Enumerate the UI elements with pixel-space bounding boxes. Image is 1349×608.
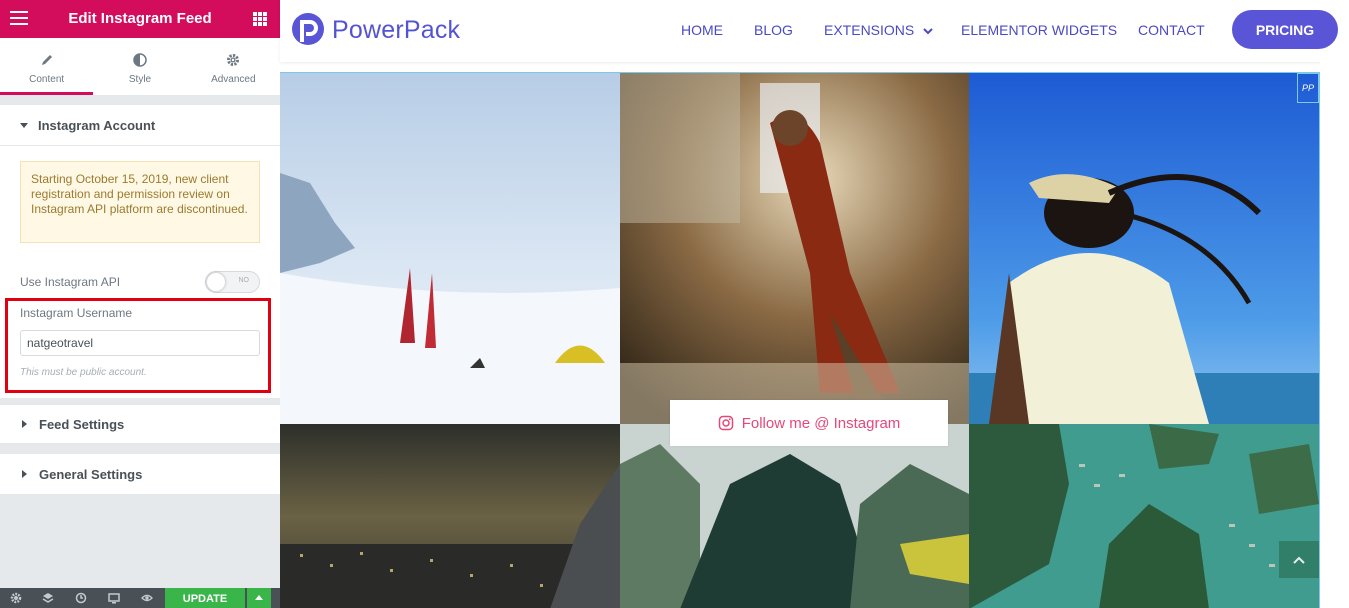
follow-instagram-button[interactable]: Follow me @ Instagram <box>670 400 948 446</box>
tab-style-label: Style <box>128 74 152 85</box>
nav-contact[interactable]: CONTACT <box>1138 22 1205 38</box>
responsive-icon[interactable] <box>108 592 120 604</box>
username-help: This must be public account. <box>20 367 147 378</box>
username-label: Instagram Username <box>20 306 133 320</box>
site-header: PowerPack HOME BLOG EXTENSIONS ELEMENTOR… <box>280 0 1349 62</box>
powerpack-logo-icon <box>292 13 324 45</box>
feed-image-green-mountains[interactable] <box>620 424 969 608</box>
feed-image-floating-village[interactable] <box>969 424 1319 608</box>
panel-header: Edit Instagram Feed <box>0 0 280 38</box>
chevron-up-icon <box>1293 556 1305 564</box>
editor-panel: Edit Instagram Feed Content Style Advanc… <box>0 0 280 608</box>
section-title: Instagram Account <box>38 117 156 133</box>
instagram-icon <box>718 415 733 431</box>
tab-advanced[interactable]: Advanced <box>187 38 280 95</box>
username-input[interactable] <box>20 330 260 356</box>
nav-elementor-widgets[interactable]: ELEMENTOR WIDGETS <box>961 22 1117 38</box>
feed-image-night-city[interactable] <box>280 424 620 608</box>
feed-image-snow-camp[interactable] <box>280 73 620 424</box>
caret-right-icon <box>22 420 27 428</box>
pricing-button[interactable]: PRICING <box>1232 10 1338 49</box>
half-circle-icon <box>93 52 186 68</box>
page-scroll-gutter <box>1320 62 1349 608</box>
powerpack-badge[interactable]: PP <box>1297 73 1319 103</box>
nav-extensions[interactable]: EXTENSIONS <box>824 22 933 38</box>
general-settings-section[interactable]: General Settings <box>0 454 280 494</box>
widgets-grid-icon[interactable] <box>253 12 267 26</box>
tab-advanced-label: Advanced <box>211 74 256 85</box>
feed-image-monk-sweeping[interactable] <box>620 73 969 424</box>
gear-icon <box>187 52 280 68</box>
tab-content-label: Content <box>29 74 65 85</box>
section-title: Feed Settings <box>39 416 125 432</box>
preview-eye-icon[interactable] <box>141 592 153 604</box>
use-api-toggle[interactable]: NO <box>205 271 260 293</box>
update-button[interactable]: UPDATE <box>165 588 245 608</box>
feed-settings-section[interactable]: Feed Settings <box>0 405 280 443</box>
nav-blog[interactable]: BLOG <box>754 22 793 38</box>
logo-text: PowerPack <box>332 15 461 44</box>
scroll-to-top-button[interactable] <box>1279 541 1319 578</box>
instagram-account-section: Instagram Account Starting October 15, 2… <box>0 105 280 398</box>
settings-icon[interactable] <box>10 592 22 604</box>
chevron-down-icon <box>923 28 933 35</box>
caret-down-icon <box>20 122 28 128</box>
site-logo[interactable]: PowerPack <box>290 11 460 49</box>
general-settings-header[interactable]: General Settings <box>0 454 280 494</box>
instagram-feed-grid <box>280 72 1320 608</box>
api-notice: Starting October 15, 2019, new client re… <box>20 161 260 243</box>
instagram-account-header[interactable]: Instagram Account <box>0 105 280 145</box>
divider <box>0 145 280 146</box>
update-options-button[interactable] <box>247 588 271 608</box>
panel-title: Edit Instagram Feed <box>68 10 212 27</box>
tab-style[interactable]: Style <box>93 38 186 95</box>
feed-image-woman-sea[interactable] <box>969 73 1319 424</box>
panel-footer: UPDATE <box>0 588 280 608</box>
section-title: General Settings <box>39 466 143 482</box>
use-api-label: Use Instagram API <box>20 275 121 289</box>
follow-instagram-label: Follow me @ Instagram <box>741 414 901 432</box>
pencil-icon <box>0 52 93 68</box>
history-icon[interactable] <box>75 592 87 604</box>
nav-home[interactable]: HOME <box>681 22 723 38</box>
panel-tabs: Content Style Advanced <box>0 38 280 95</box>
feed-settings-header[interactable]: Feed Settings <box>0 405 280 443</box>
tab-content[interactable]: Content <box>0 38 94 95</box>
nav-extensions-label: EXTENSIONS <box>824 22 915 38</box>
caret-right-icon <box>22 470 27 478</box>
toggle-knob <box>207 273 225 291</box>
layers-icon[interactable] <box>42 592 54 604</box>
toggle-state: NO <box>238 277 250 284</box>
